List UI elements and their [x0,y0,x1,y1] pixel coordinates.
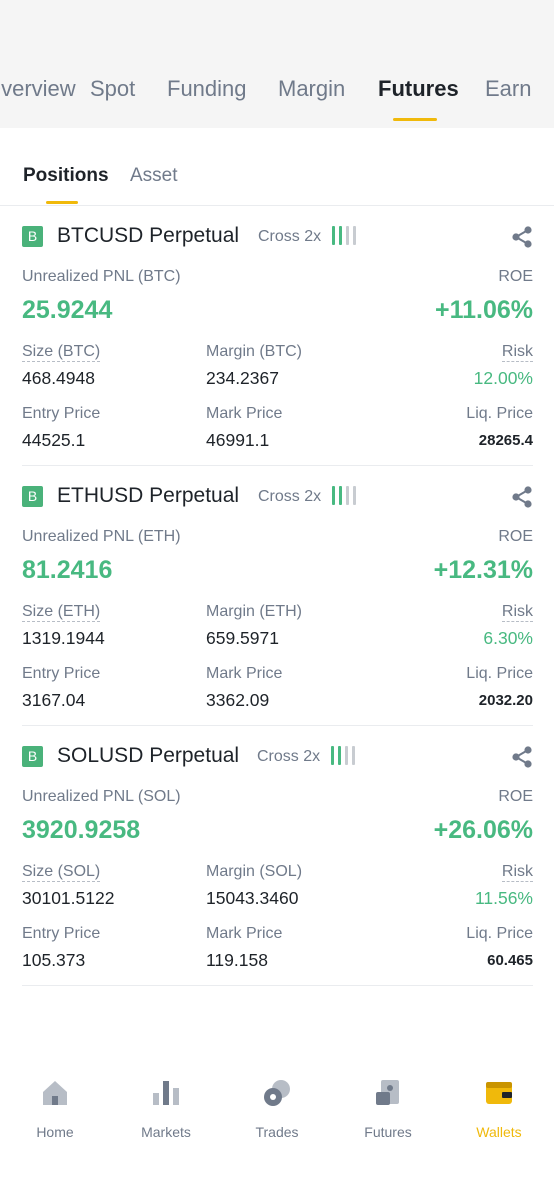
margin-mode[interactable]: Cross 2x [258,228,321,246]
margin-label: Margin (ETH) [206,603,303,620]
margin-mode[interactable]: Cross 2x [257,748,320,766]
markets-icon [153,1081,179,1105]
share-icon[interactable] [511,486,533,508]
roe-label: ROE [498,788,533,805]
pnl-label: Unrealized PNL (ETH) [22,528,181,545]
tab-overview[interactable]: Overview [0,76,76,102]
liq-price-label: Liq. Price [466,665,533,682]
tab-futures[interactable]: Futures [378,76,459,102]
nav-trades[interactable]: Trades [222,1078,332,1140]
size-label[interactable]: Size (BTC) [22,343,101,362]
nav-wallets[interactable]: Wallets [444,1078,554,1140]
roe-value: +12.31% [433,556,533,584]
futures-icon [376,1080,399,1105]
position-card-2[interactable]: B ETHUSD Perpetual Cross 2x Unrealized P… [22,466,533,726]
nav-trades-label: Trades [255,1124,299,1140]
mark-price-label: Mark Price [206,405,283,422]
nav-futures[interactable]: Futures [333,1078,443,1140]
size-label[interactable]: Size (SOL) [22,863,101,882]
mark-price-value: 3362.09 [206,690,270,710]
liq-price-value: 60.465 [487,952,533,969]
position-symbol[interactable]: ETHUSD Perpetual [57,484,239,508]
tab-positions[interactable]: Positions [23,165,109,187]
liq-price-label: Liq. Price [466,925,533,942]
liq-price-label: Liq. Price [466,405,533,422]
unrealized-pnl-value: 25.9244 [22,296,113,324]
mark-price-label: Mark Price [206,665,283,682]
margin-label: Margin (SOL) [206,863,303,880]
risk-value: 11.56% [474,888,533,908]
sub-tabs: Positions Asset [0,128,554,206]
roe-label: ROE [498,528,533,545]
home-icon [43,1081,67,1105]
share-icon[interactable] [511,226,533,248]
size-value: 30101.5122 [22,888,115,908]
risk-value: 6.30% [483,628,533,648]
pnl-label: Unrealized PNL (BTC) [22,268,181,285]
entry-price-value: 44525.1 [22,430,86,450]
unrealized-pnl-value: 81.2416 [22,556,113,584]
active-subtab-indicator [46,201,78,204]
margin-value: 234.2367 [206,368,279,388]
badge-icon: B [22,226,43,247]
entry-price-label: Entry Price [22,665,101,682]
roe-value: +11.06% [434,296,533,324]
margin-value: 15043.3460 [206,888,299,908]
mark-price-value: 46991.1 [206,430,270,450]
nav-home[interactable]: Home [0,1078,110,1140]
entry-price-value: 3167.04 [22,690,86,710]
tab-funding[interactable]: Funding [167,76,247,102]
nav-markets[interactable]: Markets [111,1078,221,1140]
nav-home-label: Home [36,1124,74,1140]
entry-price-label: Entry Price [22,925,101,942]
entry-price-label: Entry Price [22,405,101,422]
margin-mode[interactable]: Cross 2x [258,488,321,506]
leverage-bars-icon [331,746,357,768]
tab-margin[interactable]: Margin [278,76,345,102]
tab-spot[interactable]: Spot [90,76,135,102]
unrealized-pnl-value: 3920.9258 [22,816,141,844]
size-label[interactable]: Size (ETH) [22,603,101,622]
position-card-1[interactable]: B BTCUSD Perpetual Cross 2x Unrealized P… [22,206,533,466]
leverage-bars-icon [332,226,358,248]
mark-price-label: Mark Price [206,925,283,942]
risk-label[interactable]: Risk [501,603,533,622]
size-value: 468.4948 [22,368,95,388]
main-tabs: Overview Spot Funding Margin Futures Ear… [0,72,554,128]
liq-price-value: 28265.4 [478,432,533,449]
risk-value: 12.00% [473,368,533,388]
position-card-3[interactable]: B SOLUSD Perpetual Cross 2x Unrealized P… [22,726,533,986]
position-symbol[interactable]: SOLUSD Perpetual [57,744,239,768]
badge-icon: B [22,486,43,507]
roe-label: ROE [498,268,533,285]
risk-label[interactable]: Risk [501,343,533,362]
roe-value: +26.06% [433,816,533,844]
wallet-icon [486,1082,512,1104]
active-tab-indicator [393,118,437,121]
margin-label: Margin (BTC) [206,343,303,360]
nav-markets-label: Markets [141,1124,191,1140]
badge-icon: B [22,746,43,767]
nav-wallets-label: Wallets [476,1124,522,1140]
share-icon[interactable] [511,746,533,768]
pnl-label: Unrealized PNL (SOL) [22,788,181,805]
position-symbol[interactable]: BTCUSD Perpetual [57,224,239,248]
risk-label[interactable]: Risk [501,863,533,882]
margin-value: 659.5971 [206,628,279,648]
mark-price-value: 119.158 [206,950,268,970]
liq-price-value: 2032.20 [478,692,533,709]
leverage-bars-icon [332,486,358,508]
tab-earn[interactable]: Earn [485,76,531,102]
entry-price-value: 105.373 [22,950,86,970]
tab-asset[interactable]: Asset [130,165,178,187]
trades-icon [264,1080,290,1106]
bottom-nav: Home Markets Trades Futures Wallets [0,1060,554,1160]
size-value: 1319.1944 [22,628,105,648]
nav-futures-label: Futures [364,1124,412,1140]
